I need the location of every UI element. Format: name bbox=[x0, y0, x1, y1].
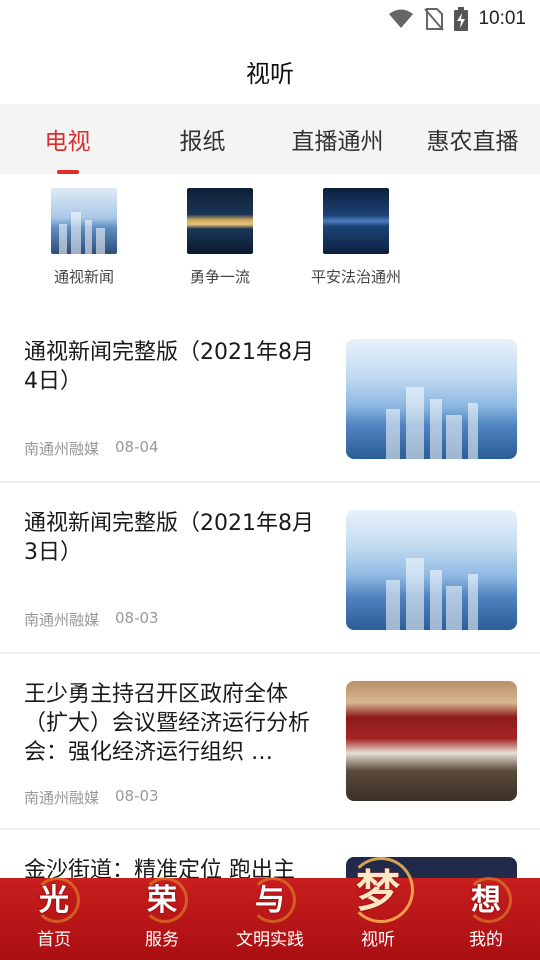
news-meta: 南通州融媒 08-04 bbox=[24, 438, 159, 459]
nav-service-icon: 荣 bbox=[142, 875, 188, 923]
news-headline: 通视新闻完整版（2021年8月4日） bbox=[24, 340, 314, 394]
channel-thumbnail bbox=[323, 188, 389, 254]
nav-service[interactable]: 荣 服务 bbox=[108, 875, 216, 960]
nav-civilization[interactable]: 与 文明实践 bbox=[216, 875, 324, 960]
bottom-nav: 光 首页 荣 服务 与 文明实践 梦 视听 想 我的 bbox=[0, 857, 540, 960]
channel-item[interactable]: 勇争一流 bbox=[152, 174, 288, 300]
tab-live-tongzhou[interactable]: 直播通州 bbox=[270, 104, 405, 174]
news-headline: 王少勇主持召开区政府全体（扩大）会议暨经济运行分析会：强化经济运行组织 … bbox=[24, 682, 311, 765]
news-date: 08-04 bbox=[115, 438, 159, 456]
nav-mine-icon: 想 bbox=[466, 875, 512, 923]
wifi-icon bbox=[389, 9, 414, 28]
header: 视听 bbox=[0, 38, 540, 104]
nav-label: 视听 bbox=[361, 930, 395, 950]
news-thumbnail bbox=[346, 339, 517, 459]
news-date: 08-03 bbox=[115, 787, 159, 805]
channel-label: 勇争一流 bbox=[189, 268, 250, 286]
list-item[interactable]: 王少勇主持召开区政府全体（扩大）会议暨经济运行分析会：强化经济运行组织 … 南通… bbox=[0, 654, 540, 830]
channel-thumbnail bbox=[187, 188, 253, 254]
tab-bar: 电视 报纸 直播通州 惠农直播 bbox=[0, 104, 540, 174]
nav-media-icon: 梦 bbox=[348, 855, 414, 923]
news-date: 08-03 bbox=[115, 609, 159, 627]
news-source: 南通州融媒 bbox=[24, 789, 100, 807]
tab-agri-live[interactable]: 惠农直播 bbox=[405, 104, 540, 174]
channel-item[interactable]: 平安法治通州 bbox=[288, 174, 424, 300]
list-item[interactable]: 通视新闻完整版（2021年8月3日） 南通州融媒 08-03 bbox=[0, 483, 540, 654]
channel-item[interactable]: 通视新闻 bbox=[16, 174, 152, 300]
status-time: 10:01 bbox=[478, 8, 526, 29]
news-thumbnail bbox=[346, 681, 517, 801]
news-source: 南通州融媒 bbox=[24, 440, 100, 458]
tab-newspaper[interactable]: 报纸 bbox=[135, 104, 270, 174]
nav-label: 文明实践 bbox=[236, 930, 304, 950]
nav-label: 首页 bbox=[37, 930, 71, 950]
channel-list: 通视新闻 勇争一流 平安法治通州 bbox=[0, 174, 540, 300]
news-list: 通视新闻完整版（2021年8月4日） 南通州融媒 08-04 通视新闻完整版（2… bbox=[0, 312, 540, 960]
channel-label: 通视新闻 bbox=[53, 268, 114, 286]
nav-label: 我的 bbox=[469, 930, 503, 950]
nav-media[interactable]: 梦 视听 bbox=[324, 857, 432, 960]
channel-thumbnail bbox=[51, 188, 117, 254]
news-meta: 南通州融媒 08-03 bbox=[24, 787, 159, 808]
news-source: 南通州融媒 bbox=[24, 611, 100, 629]
tab-tv[interactable]: 电视 bbox=[0, 104, 135, 174]
nav-mine[interactable]: 想 我的 bbox=[432, 875, 540, 960]
no-sim-icon bbox=[424, 8, 445, 31]
nav-civilization-icon: 与 bbox=[250, 875, 296, 923]
list-item[interactable]: 通视新闻完整版（2021年8月4日） 南通州融媒 08-04 bbox=[0, 312, 540, 483]
nav-home-icon: 光 bbox=[34, 875, 80, 923]
nav-home[interactable]: 光 首页 bbox=[0, 875, 108, 960]
nav-label: 服务 bbox=[145, 930, 179, 950]
news-thumbnail bbox=[346, 510, 517, 630]
battery-charging-icon bbox=[454, 7, 469, 31]
news-meta: 南通州融媒 08-03 bbox=[24, 609, 159, 630]
news-headline: 通视新闻完整版（2021年8月3日） bbox=[24, 511, 314, 565]
channel-label: 平安法治通州 bbox=[310, 268, 401, 286]
page-title: 视听 bbox=[246, 59, 294, 88]
status-bar: 10:01 bbox=[0, 0, 540, 38]
